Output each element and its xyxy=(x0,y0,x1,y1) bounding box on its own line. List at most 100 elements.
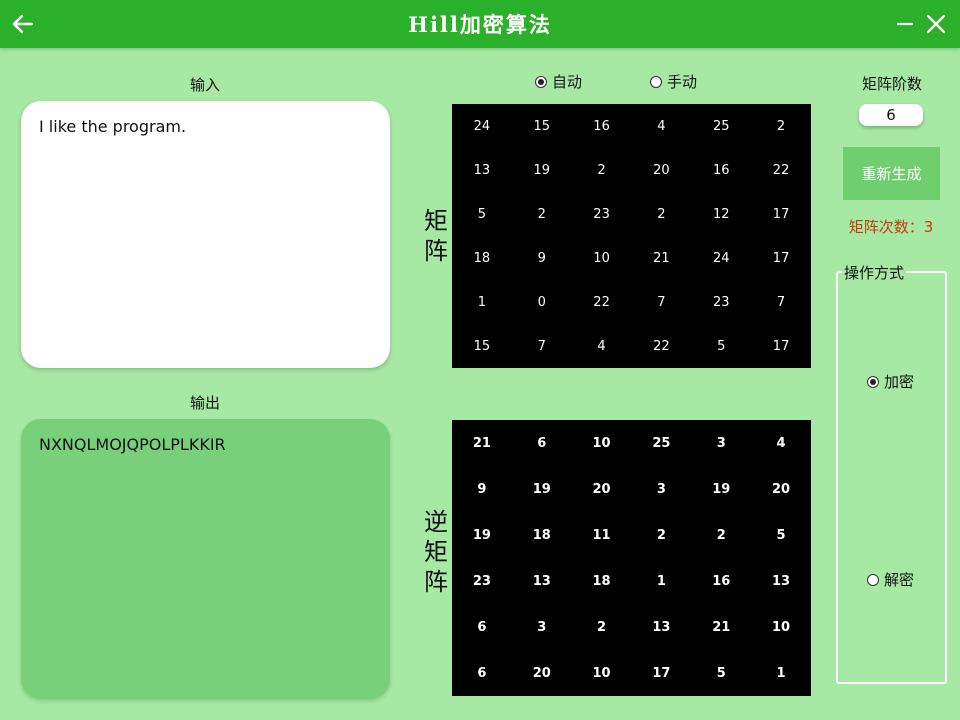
matrix-cell: 17 xyxy=(772,338,790,354)
inverse-matrix-cell: 20 xyxy=(772,481,791,497)
inverse-matrix-cell: 17 xyxy=(652,665,671,681)
inverse-matrix-cell: 5 xyxy=(716,665,726,681)
matrix-cell: 10 xyxy=(593,250,610,266)
matrix-cell: 9 xyxy=(537,250,546,266)
decrypt-radio-dot xyxy=(867,573,879,586)
inverse-matrix-cell: 4 xyxy=(776,435,786,451)
matrix-cell: 22 xyxy=(772,162,790,178)
matrix-label: 矩 阵 xyxy=(421,206,451,266)
inverse-matrix-cell: 19 xyxy=(532,481,551,497)
matrix-cell: 2 xyxy=(537,206,546,222)
inverse-matrix-cell: 6 xyxy=(537,435,547,451)
app-title: Hill加密算法 xyxy=(408,12,552,37)
regenerate-button[interactable]: 重新生成 xyxy=(843,147,940,200)
matrix-label-char: 阵 xyxy=(424,237,448,265)
inverse-matrix-cell: 18 xyxy=(532,527,551,543)
matrix-cell: 2 xyxy=(776,118,786,134)
inverse-matrix-cell: 13 xyxy=(772,573,791,589)
minimize-icon xyxy=(897,22,913,26)
matrix-cell: 4 xyxy=(657,118,666,134)
inverse-label-char: 矩 xyxy=(424,538,448,566)
close-icon xyxy=(926,14,946,34)
matrix-cell: 24 xyxy=(473,118,491,134)
inverse-matrix-cell: 10 xyxy=(592,435,611,451)
inverse-matrix-cell: 10 xyxy=(592,665,611,681)
matrix-cell: 19 xyxy=(533,162,551,178)
decrypt-radio[interactable]: 解密 xyxy=(867,569,914,590)
order-input[interactable]: 6 xyxy=(859,104,923,126)
matrix-cell: 25 xyxy=(712,118,730,134)
operation-group xyxy=(836,271,947,684)
matrix-cell: 17 xyxy=(772,250,790,266)
key-matrix: 24 15 16 4 25 2 13 19 2 20 16 22 5 2 23 2 12 17 18 9 10 21 24 1… xyxy=(452,104,811,368)
inverse-matrix-cell: 10 xyxy=(772,619,791,635)
auto-radio[interactable]: 自动 xyxy=(535,71,582,92)
inverse-matrix-cell: 5 xyxy=(776,527,786,543)
matrix-cell: 5 xyxy=(717,338,726,354)
inverse-label-char: 阵 xyxy=(424,568,448,596)
inverse-matrix: 21 6 10 25 3 4 9 19 20 3 19 20 19 18 11 2 2 5 23 13 18 1 16 13 6… xyxy=(452,420,811,696)
matrix-cell: 18 xyxy=(473,250,491,266)
matrix-label-char: 矩 xyxy=(424,207,448,235)
decrypt-radio-label: 解密 xyxy=(884,571,915,589)
matrix-cell: 4 xyxy=(597,338,606,354)
inverse-matrix-cell: 2 xyxy=(656,527,666,543)
matrix-cell: 2 xyxy=(597,162,606,178)
inverse-matrix-cell: 18 xyxy=(592,573,611,589)
matrix-cell: 22 xyxy=(593,294,610,310)
matrix-cell: 24 xyxy=(712,250,730,266)
matrix-cell: 23 xyxy=(712,294,730,310)
matrix-cell: 16 xyxy=(593,118,610,134)
manual-radio[interactable]: 手动 xyxy=(650,71,697,92)
close-button[interactable] xyxy=(921,9,951,39)
matrix-cell: 0 xyxy=(537,294,546,310)
matrix-cell: 16 xyxy=(712,162,730,178)
inverse-matrix-cell: 21 xyxy=(472,435,491,451)
inverse-matrix-cell: 23 xyxy=(472,573,491,589)
inverse-matrix-cell: 3 xyxy=(716,435,726,451)
matrix-cell: 22 xyxy=(653,338,670,354)
matrix-cell: 5 xyxy=(477,206,487,222)
inverse-matrix-cell: 1 xyxy=(656,573,666,589)
output-textarea[interactable]: NXNQLMOJQPOLPLKKIR xyxy=(21,419,390,699)
encrypt-radio-label: 加密 xyxy=(884,373,915,391)
inverse-matrix-cell: 6 xyxy=(477,665,487,681)
inverse-matrix-cell: 3 xyxy=(656,481,666,497)
inverse-matrix-cell: 2 xyxy=(716,527,726,543)
input-textarea[interactable]: I like the program. xyxy=(21,101,390,368)
input-label: 输入 xyxy=(189,76,220,94)
inverse-matrix-cell: 19 xyxy=(472,527,491,543)
matrix-cell: 2 xyxy=(657,206,666,222)
inverse-matrix-cell: 20 xyxy=(532,665,551,681)
matrix-cell: 7 xyxy=(537,338,546,354)
auto-radio-label: 自动 xyxy=(552,73,583,91)
matrix-cell: 1 xyxy=(477,294,487,310)
inverse-matrix-cell: 6 xyxy=(477,619,487,635)
title-bar: Hill加密算法 xyxy=(0,0,960,48)
auto-radio-dot xyxy=(535,75,547,88)
matrix-cell: 15 xyxy=(473,338,491,354)
inverse-matrix-cell: 1 xyxy=(776,665,786,681)
encrypt-radio[interactable]: 加密 xyxy=(867,371,914,392)
output-text: NXNQLMOJQPOLPLKKIR xyxy=(39,435,226,454)
matrix-cell: 15 xyxy=(533,118,551,134)
matrix-cell: 13 xyxy=(473,162,491,178)
manual-radio-dot xyxy=(650,75,662,88)
minimize-button[interactable] xyxy=(890,9,920,39)
operation-group-title: 操作方式 xyxy=(842,262,907,283)
matrix-cell: 7 xyxy=(776,294,786,310)
matrix-cell: 21 xyxy=(653,250,670,266)
inverse-matrix-label: 逆 矩 阵 xyxy=(421,507,451,597)
inverse-matrix-cell: 3 xyxy=(537,619,547,635)
matrix-count-text: 矩阵次数：3 xyxy=(848,218,934,236)
inverse-matrix-cell: 9 xyxy=(477,481,487,497)
manual-radio-label: 手动 xyxy=(667,73,698,91)
input-text: I like the program. xyxy=(39,117,187,136)
inverse-matrix-cell: 16 xyxy=(712,573,731,589)
inverse-matrix-cell: 13 xyxy=(652,619,671,635)
matrix-cell: 17 xyxy=(772,206,790,222)
order-label: 矩阵阶数 xyxy=(861,75,922,93)
encrypt-radio-dot xyxy=(867,375,879,388)
inverse-matrix-cell: 21 xyxy=(712,619,731,635)
output-label: 输出 xyxy=(189,394,220,412)
